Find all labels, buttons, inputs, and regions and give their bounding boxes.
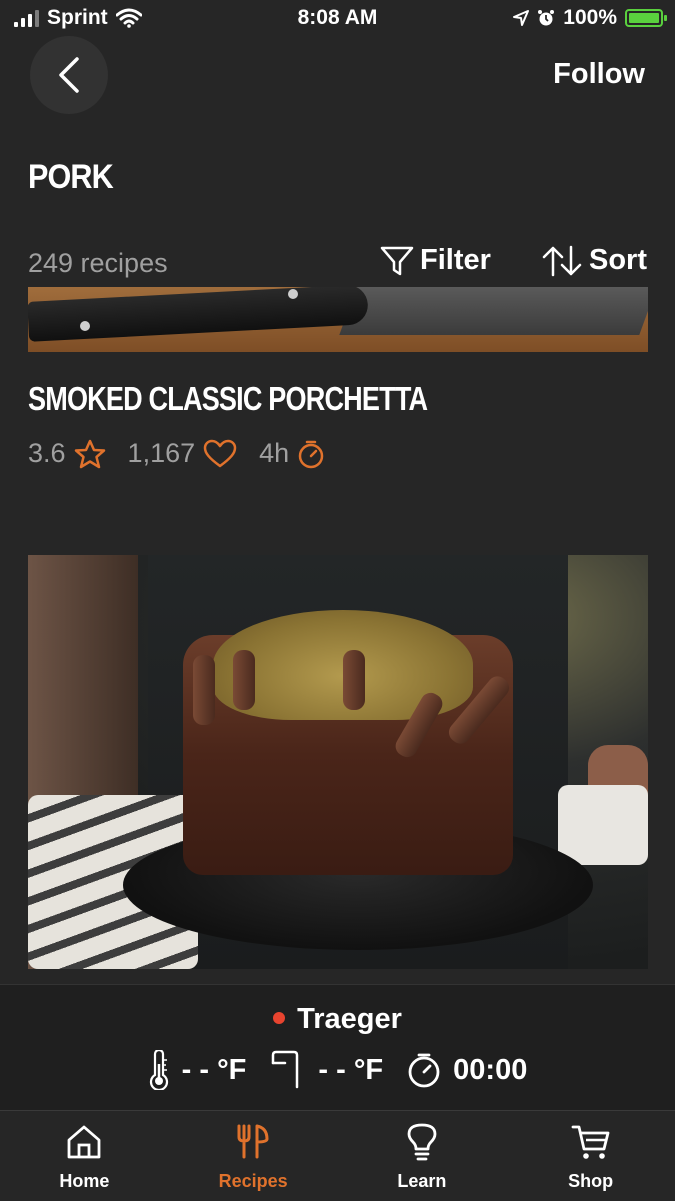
image-bone xyxy=(233,650,255,710)
probe-temp: - - °F xyxy=(270,1049,383,1091)
grill-name: Traeger xyxy=(297,1003,402,1035)
grill-temp: - - °F xyxy=(148,1050,247,1090)
grill-status-dot xyxy=(273,1012,286,1025)
knife-rivet xyxy=(288,289,298,299)
nav-learn-label: Learn xyxy=(397,1171,447,1191)
nav-shop-label: Shop xyxy=(568,1171,614,1191)
thermometer-icon xyxy=(149,1050,168,1090)
lightbulb-icon xyxy=(407,1123,437,1161)
knife-blade xyxy=(339,287,648,335)
timer-icon xyxy=(408,1053,440,1088)
nav-learn[interactable]: Learn xyxy=(338,1111,507,1201)
grill-name-row: Traeger xyxy=(0,1003,675,1036)
location-arrow-icon xyxy=(513,10,530,26)
cook-time-value: 4h xyxy=(259,438,290,468)
filter-label: Filter xyxy=(420,244,491,276)
recipe-image-crown-roast[interactable] xyxy=(28,555,648,969)
home-icon xyxy=(67,1125,101,1159)
chevron-left-icon xyxy=(59,57,79,93)
recipe-meta: 3.6 1,167 4h xyxy=(28,438,347,469)
nav-home-label: Home xyxy=(59,1171,110,1191)
likes: 1,167 xyxy=(128,438,238,469)
follow-button[interactable]: Follow xyxy=(553,58,645,91)
bottom-nav: Home Recipes Learn Shop xyxy=(0,1110,675,1201)
stopwatch-icon xyxy=(298,440,324,468)
battery-icon xyxy=(625,9,667,27)
star-icon xyxy=(74,439,105,468)
heart-icon[interactable] xyxy=(203,439,237,469)
timer-value: 00:00 xyxy=(453,1053,528,1086)
image-towel xyxy=(558,785,648,865)
nav-recipes-label: Recipes xyxy=(218,1171,288,1191)
recipe-title[interactable]: SMOKED CLASSIC PORCHETTA xyxy=(28,380,428,418)
battery-percent: 100% xyxy=(563,6,617,29)
rating-value: 3.6 xyxy=(28,438,66,468)
sort-label: Sort xyxy=(589,244,647,276)
filter-button[interactable]: Filter xyxy=(380,244,491,277)
back-button[interactable] xyxy=(30,36,108,114)
knife-rivet xyxy=(80,321,90,331)
rating: 3.6 xyxy=(28,438,106,469)
recipe-image-knife[interactable] xyxy=(28,287,648,352)
recipe-count: 249 recipes xyxy=(28,248,168,278)
cook-time: 4h xyxy=(259,438,325,469)
alarm-icon xyxy=(538,10,555,26)
grill-readouts: - - °F - - °F 00:00 xyxy=(0,1049,675,1091)
nav-recipes[interactable]: Recipes xyxy=(169,1111,338,1201)
grill-timer: 00:00 xyxy=(407,1052,527,1088)
sort-arrows-icon xyxy=(542,245,582,276)
page-title: PORK xyxy=(28,158,114,196)
status-right: 100% xyxy=(513,6,667,30)
image-bone xyxy=(343,650,365,710)
sort-button[interactable]: Sort xyxy=(541,244,647,277)
nav-shop[interactable]: Shop xyxy=(506,1111,675,1201)
probe-temp-value: - - °F xyxy=(318,1053,384,1086)
cart-icon xyxy=(571,1125,610,1159)
image-bone xyxy=(193,655,215,725)
nav-home[interactable]: Home xyxy=(0,1111,169,1201)
probe-icon xyxy=(272,1050,299,1089)
grill-status-panel[interactable]: Traeger - - °F - - °F 00:00 xyxy=(0,984,675,1110)
fork-knife-icon xyxy=(237,1124,269,1159)
knife-handle xyxy=(28,287,369,342)
grill-temp-value: - - °F xyxy=(181,1053,247,1086)
recipe-toolbar: 249 recipes Filter Sort xyxy=(28,244,647,286)
status-bar: Sprint 8:08 AM 100% xyxy=(0,0,675,38)
filter-icon xyxy=(380,246,414,275)
likes-value: 1,167 xyxy=(127,438,196,468)
